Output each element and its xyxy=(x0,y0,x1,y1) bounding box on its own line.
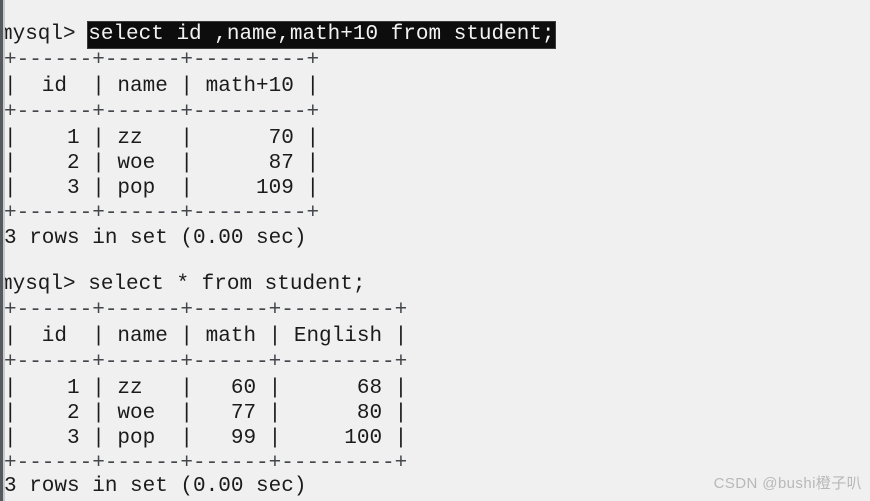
table-row: | 1 | zz | 70 | xyxy=(4,127,320,150)
table1-border-mid: +------+------+---------+ xyxy=(4,101,320,124)
table1-border-top: +------+------+---------+ xyxy=(4,49,320,72)
window-left-edge-inner xyxy=(3,0,5,501)
table1-header-row: | id | name | math+10 | xyxy=(4,75,320,98)
table-row: | 2 | woe | 87 | xyxy=(4,152,320,175)
table-row: | 3 | pop | 99 | 100 | xyxy=(4,427,408,450)
status-line-1: 3 rows in set (0.00 sec) xyxy=(4,227,307,250)
table2-border-mid: +------+------+------+---------+ xyxy=(4,351,408,374)
table2-header-row: | id | name | math | English | xyxy=(4,325,408,348)
table2-border-bottom: +------+------+------+---------+ xyxy=(4,452,408,475)
prompt-line-2: mysql> select * from student; xyxy=(0,272,365,297)
mysql-prompt-2: mysql> xyxy=(0,273,76,296)
status-line-2: 3 rows in set (0.00 sec) xyxy=(4,475,307,498)
mysql-terminal-output[interactable]: mysql> select id ,name,math+10 from stud… xyxy=(0,0,870,501)
table1-border-bottom: +------+------+---------+ xyxy=(4,202,320,225)
table-row: | 1 | zz | 60 | 68 | xyxy=(4,377,408,400)
table-row: | 3 | pop | 109 | xyxy=(4,177,320,200)
table2-border-top: +------+------+------+---------+ xyxy=(4,299,408,322)
table-row: | 2 | woe | 77 | 80 | xyxy=(4,402,408,425)
csdn-watermark: CSDN @bushi橙子叭 xyxy=(713,475,862,492)
prompt-line-1: mysql> select id ,name,math+10 from stud… xyxy=(0,22,555,48)
command-text-2[interactable]: select * from student; xyxy=(88,273,365,296)
command-text-1[interactable]: select id ,name,math+10 from student; xyxy=(88,22,555,48)
mysql-prompt-1: mysql> xyxy=(0,23,76,46)
